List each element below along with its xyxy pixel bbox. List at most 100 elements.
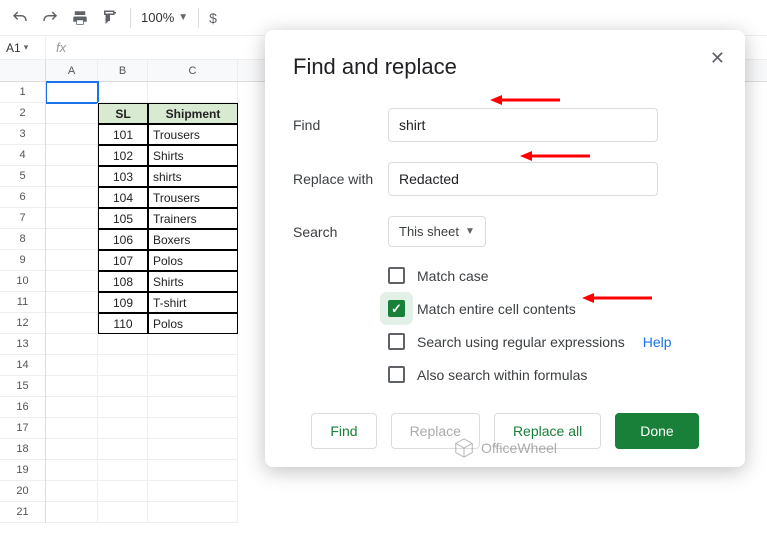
cell[interactable] (148, 397, 238, 418)
row-header[interactable]: 17 (0, 418, 45, 439)
cell[interactable]: Trainers (148, 208, 238, 229)
row-header[interactable]: 7 (0, 208, 45, 229)
cell[interactable]: 101 (98, 124, 148, 145)
cell[interactable] (46, 271, 98, 292)
cell[interactable] (98, 82, 148, 103)
regex-help-link[interactable]: Help (643, 334, 672, 350)
find-input[interactable] (388, 108, 658, 142)
search-scope-select[interactable]: This sheet ▼ (388, 216, 486, 247)
cell[interactable] (46, 418, 98, 439)
row-header[interactable]: 11 (0, 292, 45, 313)
cell[interactable] (46, 376, 98, 397)
row-header[interactable]: 4 (0, 145, 45, 166)
replace-input[interactable] (388, 162, 658, 196)
row-header[interactable]: 2 (0, 103, 45, 124)
cell[interactable] (148, 334, 238, 355)
cell[interactable]: 107 (98, 250, 148, 271)
cell[interactable] (98, 376, 148, 397)
cell[interactable] (46, 481, 98, 502)
row-header[interactable]: 10 (0, 271, 45, 292)
cell[interactable] (46, 250, 98, 271)
row-header[interactable]: 21 (0, 502, 45, 523)
row-header[interactable]: 16 (0, 397, 45, 418)
cell[interactable] (148, 418, 238, 439)
cell[interactable] (148, 82, 238, 103)
row-header[interactable]: 8 (0, 229, 45, 250)
cell[interactable]: Polos (148, 250, 238, 271)
row-header[interactable]: 15 (0, 376, 45, 397)
row-header[interactable]: 3 (0, 124, 45, 145)
row-header[interactable]: 12 (0, 313, 45, 334)
formulas-option[interactable]: Also search within formulas (388, 366, 717, 383)
col-header-b[interactable]: B (98, 60, 148, 81)
cell[interactable] (98, 439, 148, 460)
cell[interactable] (46, 292, 98, 313)
row-header[interactable]: 6 (0, 187, 45, 208)
cell[interactable] (98, 355, 148, 376)
cell[interactable]: T-shirt (148, 292, 238, 313)
cell[interactable] (148, 439, 238, 460)
undo-icon[interactable] (10, 8, 30, 28)
col-header-c[interactable]: C (148, 60, 238, 81)
row-header[interactable]: 1 (0, 82, 45, 103)
cell[interactable] (98, 502, 148, 523)
select-all-corner[interactable] (0, 60, 45, 82)
row-header[interactable]: 13 (0, 334, 45, 355)
cell[interactable] (46, 187, 98, 208)
redo-icon[interactable] (40, 8, 60, 28)
cell[interactable] (98, 460, 148, 481)
match-entire-option[interactable]: Match entire cell contents (388, 300, 717, 317)
cell[interactable] (46, 460, 98, 481)
currency-format-button[interactable]: $ (209, 10, 217, 26)
done-button[interactable]: Done (615, 413, 698, 449)
cell[interactable] (148, 376, 238, 397)
cell[interactable] (46, 145, 98, 166)
cell[interactable] (98, 418, 148, 439)
cell[interactable] (98, 397, 148, 418)
regex-option[interactable]: Search using regular expressions Help (388, 333, 717, 350)
cell[interactable] (98, 334, 148, 355)
paint-format-icon[interactable] (100, 8, 120, 28)
cell[interactable]: 103 (98, 166, 148, 187)
cell[interactable] (46, 502, 98, 523)
cell[interactable]: 102 (98, 145, 148, 166)
cell[interactable] (46, 397, 98, 418)
cell[interactable]: Boxers (148, 229, 238, 250)
zoom-select[interactable]: 100% ▼ (141, 10, 188, 25)
find-button[interactable]: Find (311, 413, 376, 449)
cell[interactable]: 110 (98, 313, 148, 334)
cell[interactable] (148, 481, 238, 502)
col-header-a[interactable]: A (46, 60, 98, 81)
name-box[interactable]: A1 ▾ (0, 36, 46, 59)
cell[interactable] (46, 355, 98, 376)
cell[interactable] (46, 124, 98, 145)
cell[interactable]: Trousers (148, 124, 238, 145)
cell[interactable] (46, 229, 98, 250)
close-icon[interactable]: ✕ (710, 48, 725, 69)
cell[interactable] (46, 82, 98, 103)
row-header[interactable]: 18 (0, 439, 45, 460)
cell[interactable] (46, 208, 98, 229)
cell[interactable]: Polos (148, 313, 238, 334)
cell[interactable] (46, 313, 98, 334)
cell[interactable]: 109 (98, 292, 148, 313)
cell[interactable] (46, 334, 98, 355)
cell[interactable]: 104 (98, 187, 148, 208)
row-header[interactable]: 14 (0, 355, 45, 376)
row-header[interactable]: 5 (0, 166, 45, 187)
cell[interactable] (148, 502, 238, 523)
cell[interactable] (148, 355, 238, 376)
print-icon[interactable] (70, 8, 90, 28)
cell[interactable]: 108 (98, 271, 148, 292)
cell[interactable]: 106 (98, 229, 148, 250)
cell[interactable] (46, 103, 98, 124)
cell[interactable] (46, 166, 98, 187)
cell[interactable]: SL (98, 103, 148, 124)
row-header[interactable]: 19 (0, 460, 45, 481)
cell[interactable] (46, 439, 98, 460)
cell[interactable]: 105 (98, 208, 148, 229)
row-header[interactable]: 9 (0, 250, 45, 271)
cell[interactable] (98, 481, 148, 502)
cell[interactable]: Shipment (148, 103, 238, 124)
cell[interactable]: Shirts (148, 145, 238, 166)
